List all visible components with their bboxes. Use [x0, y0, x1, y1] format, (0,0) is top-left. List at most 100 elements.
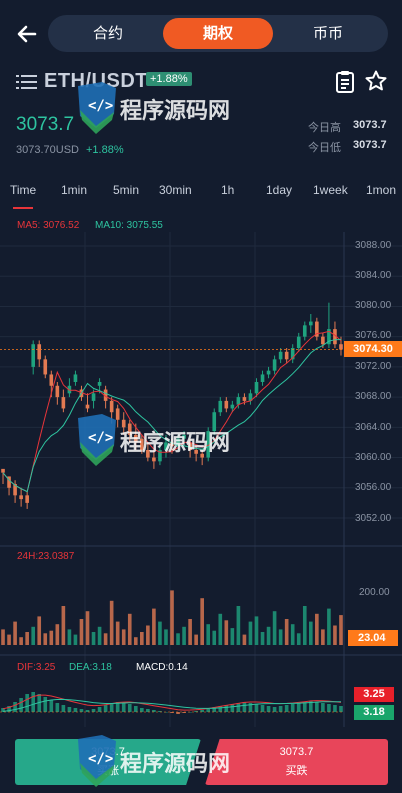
volume-bar — [146, 625, 150, 645]
volume-bar — [7, 634, 11, 645]
macd-bar — [19, 698, 23, 712]
macd-bar — [242, 702, 247, 712]
volume-bar — [206, 624, 211, 645]
volume-bar — [91, 632, 96, 645]
volume-bar — [254, 616, 259, 645]
tab-contract[interactable]: 合约 — [58, 15, 158, 52]
candle-body — [55, 385, 60, 398]
candle-body — [218, 400, 223, 413]
price-axis-label: 3080.00 — [355, 300, 392, 311]
tab-options[interactable]: 期权 — [163, 18, 273, 49]
volume-bar — [43, 633, 48, 645]
macd-dea-line — [2, 698, 342, 712]
candle-body — [260, 374, 265, 382]
macd-value-label: MACD:0.14 — [136, 662, 188, 673]
volume-bar — [103, 633, 108, 645]
watermark-text: 程序源码网 — [120, 430, 230, 456]
price-change-percent: +1.88% — [86, 144, 124, 156]
timeframe-time[interactable]: Time — [10, 183, 36, 197]
volume-bar — [127, 613, 132, 645]
watermark-text: 程序源码网 — [120, 751, 230, 777]
candlestick-chart[interactable] — [0, 232, 402, 727]
volume-bar — [266, 626, 271, 645]
candle-body — [272, 359, 277, 371]
volume-bar — [230, 628, 235, 645]
volume-bar — [290, 624, 295, 645]
candle-body — [321, 336, 325, 345]
macd-dif-line — [2, 694, 342, 711]
tab-spot[interactable]: 币币 — [278, 15, 378, 52]
macd-dif-label: DIF:3.25 — [17, 662, 56, 673]
volume-bar — [296, 633, 301, 645]
volume-bar — [333, 625, 337, 645]
svg-text:</>: </> — [88, 751, 113, 767]
candle-body — [254, 382, 259, 394]
ma10-label: MA10: 3075.55 — [95, 220, 163, 231]
macd-bar — [79, 709, 84, 712]
macd-bar — [284, 705, 289, 712]
volume-bar — [248, 621, 253, 645]
macd-bar — [302, 702, 307, 712]
svg-text:</>: </> — [88, 430, 113, 446]
volume-bar — [260, 632, 265, 645]
timeframe-30min[interactable]: 30min — [159, 183, 192, 197]
back-arrow-icon[interactable] — [14, 20, 40, 48]
macd-bar — [333, 705, 337, 712]
volume-bar — [61, 606, 66, 645]
timeframe-tabs: Time 1min 5min 30min 1h 1day 1week 1mon — [0, 183, 402, 211]
volume-bar — [164, 629, 168, 645]
macd-bar — [290, 704, 295, 712]
volume-bar — [327, 608, 331, 645]
volume-bar — [85, 611, 90, 645]
macd-bar — [133, 706, 138, 712]
menu-list-icon[interactable] — [16, 73, 38, 91]
macd-bar — [278, 706, 283, 712]
volume-bar — [218, 613, 223, 645]
price-axis-label: 3088.00 — [355, 240, 392, 251]
favorite-star-icon[interactable] — [364, 69, 388, 93]
timeframe-5min[interactable]: 5min — [113, 183, 139, 197]
macd-bar — [272, 707, 277, 712]
macd-bar — [339, 706, 343, 712]
candle-body — [296, 336, 301, 348]
macd-bar — [109, 703, 114, 712]
macd-bar — [146, 709, 150, 712]
volume-bar — [152, 608, 156, 645]
candle-body — [278, 351, 283, 360]
macd-bar — [206, 709, 211, 712]
macd-bar — [61, 705, 66, 712]
candle-body — [242, 397, 247, 401]
volume-bar — [37, 616, 42, 645]
timeframe-1week[interactable]: 1week — [313, 183, 348, 197]
macd-bar — [103, 705, 108, 712]
volume-bar — [242, 634, 247, 645]
volume-bar — [25, 632, 29, 645]
macd-bar — [254, 704, 259, 712]
volume-bar — [176, 633, 180, 645]
candle-body — [302, 325, 307, 337]
volume-bar — [31, 626, 36, 645]
volume-bar — [49, 630, 54, 645]
timeframe-1mon[interactable]: 1mon — [366, 183, 396, 197]
price-axis-label: 3068.00 — [355, 391, 392, 402]
timeframe-1day[interactable]: 1day — [266, 183, 292, 197]
timeframe-1min[interactable]: 1min — [61, 183, 87, 197]
volume-bar — [278, 629, 283, 645]
candle-body — [37, 344, 42, 360]
macd-bar — [31, 692, 36, 712]
today-high-label: 今日高 — [308, 122, 341, 134]
timeframe-1h[interactable]: 1h — [221, 183, 234, 197]
macd-bar — [315, 702, 319, 712]
macd-bar — [67, 707, 72, 712]
volume-bar — [321, 629, 325, 645]
volume-current-tag: 23.04 — [348, 630, 398, 646]
volume-bar — [109, 600, 114, 645]
macd-bar — [321, 703, 325, 712]
macd-bar — [121, 703, 126, 712]
macd-bar — [91, 709, 96, 712]
order-document-icon[interactable] — [334, 70, 356, 94]
volume-label: 24H:23.0387 — [17, 551, 75, 562]
macd-bar — [230, 704, 235, 712]
volume-bar — [200, 598, 204, 645]
svg-text:</>: </> — [88, 98, 113, 114]
